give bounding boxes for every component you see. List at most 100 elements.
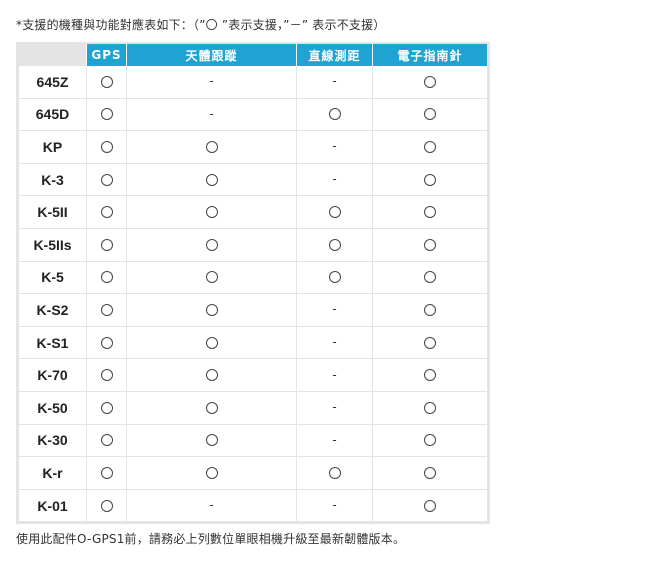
dash-mark: - xyxy=(332,498,337,513)
cell-compass xyxy=(373,261,487,295)
model-name: K-3 xyxy=(19,163,87,197)
circle-icon xyxy=(100,369,113,382)
circle-icon xyxy=(205,140,218,153)
cell-compass xyxy=(373,163,487,197)
table-row: K-50 - xyxy=(19,391,487,425)
model-name: K-S1 xyxy=(19,326,87,360)
dash-mark: - xyxy=(332,432,337,447)
cell-gps xyxy=(87,359,127,392)
circle-icon xyxy=(205,401,218,414)
dash-mark: - xyxy=(332,74,337,89)
dash-mark: - xyxy=(332,367,337,382)
cell-distance xyxy=(297,228,373,262)
cell-compass xyxy=(373,391,487,425)
cell-astro: - xyxy=(127,489,297,523)
cell-compass xyxy=(373,196,487,229)
cell-astro xyxy=(127,131,297,164)
cell-distance: - xyxy=(297,131,373,164)
cell-distance xyxy=(297,261,373,295)
circle-icon xyxy=(205,238,218,251)
table-row: K-70 - xyxy=(19,359,487,392)
table-row: K-5IIs xyxy=(19,228,487,262)
cell-astro xyxy=(127,457,297,490)
cell-distance: - xyxy=(297,359,373,392)
cell-distance xyxy=(297,98,373,132)
cell-distance: - xyxy=(297,294,373,327)
cell-gps xyxy=(87,489,127,523)
table-row: KP - xyxy=(19,131,487,164)
model-name: K-S2 xyxy=(19,294,87,327)
cell-compass xyxy=(373,326,487,360)
cell-astro xyxy=(127,391,297,425)
circle-icon xyxy=(424,434,436,447)
header-compass: 電子指南針 xyxy=(373,44,487,66)
header-model xyxy=(19,44,87,66)
cell-astro xyxy=(127,261,297,295)
cell-compass xyxy=(373,98,487,132)
circle-icon xyxy=(205,303,218,316)
cell-compass xyxy=(373,424,487,458)
table-row: K-r xyxy=(19,457,487,490)
cell-astro xyxy=(127,228,297,262)
circle-icon xyxy=(424,173,436,186)
cell-astro xyxy=(127,424,297,458)
cell-gps xyxy=(87,66,127,99)
cell-compass xyxy=(373,131,487,164)
model-name: 645Z xyxy=(19,66,87,99)
dash-mark: - xyxy=(209,106,214,121)
circle-icon xyxy=(205,271,218,284)
cell-gps xyxy=(87,163,127,197)
cell-compass xyxy=(373,66,487,99)
circle-icon xyxy=(328,466,341,479)
table-header-row: GPS 天體跟蹤 直線測距 電子指南針 xyxy=(19,44,487,66)
model-name: K-01 xyxy=(19,489,87,523)
model-name: K-r xyxy=(19,457,87,490)
circle-icon xyxy=(424,75,436,88)
circle-icon xyxy=(424,206,436,219)
model-name: KP xyxy=(19,131,87,164)
cell-gps xyxy=(87,228,127,262)
table-row: 645D - xyxy=(19,98,487,132)
circle-icon xyxy=(205,466,218,479)
table-row: K-S2 - xyxy=(19,294,487,327)
dash-mark: - xyxy=(332,400,337,415)
circle-icon xyxy=(205,434,218,447)
cell-distance: - xyxy=(297,489,373,523)
cell-distance: - xyxy=(297,326,373,360)
circle-icon xyxy=(328,206,341,219)
cell-astro xyxy=(127,294,297,327)
circle-icon xyxy=(205,369,218,382)
circle-icon xyxy=(424,140,436,153)
circle-icon xyxy=(328,271,341,284)
table-row: K-S1 - xyxy=(19,326,487,360)
table-row: K-01 - - xyxy=(19,489,487,523)
cell-distance: - xyxy=(297,424,373,458)
cell-distance: - xyxy=(297,391,373,425)
cell-compass xyxy=(373,228,487,262)
model-name: K-5IIs xyxy=(19,228,87,262)
circle-icon xyxy=(424,369,436,382)
header-astrotracer: 天體跟蹤 xyxy=(127,44,297,66)
cell-astro: - xyxy=(127,66,297,99)
table-row: K-30 - xyxy=(19,424,487,458)
table-row: 645Z - - xyxy=(19,66,487,99)
cell-compass xyxy=(373,457,487,490)
circle-icon xyxy=(100,434,113,447)
cell-gps xyxy=(87,131,127,164)
circle-icon xyxy=(100,271,113,284)
cell-gps xyxy=(87,98,127,132)
circle-icon xyxy=(100,75,113,88)
circle-icon xyxy=(424,303,436,316)
cell-astro xyxy=(127,163,297,197)
model-name: K-5 xyxy=(19,261,87,295)
model-name: K-70 xyxy=(19,359,87,392)
cell-gps xyxy=(87,294,127,327)
table-row: K-5II xyxy=(19,196,487,229)
cell-compass xyxy=(373,294,487,327)
header-gps: GPS xyxy=(87,44,127,66)
circle-icon xyxy=(100,238,113,251)
footer-note: 使用此配件O-GPS1前，請務必上列數位單眼相機升級至最新韌體版本。 xyxy=(16,532,406,546)
circle-icon xyxy=(424,271,436,284)
circle-icon xyxy=(100,108,113,121)
compatibility-table: GPS 天體跟蹤 直線測距 電子指南針 645Z - -645D - KP - K-3- K-… xyxy=(19,44,487,523)
